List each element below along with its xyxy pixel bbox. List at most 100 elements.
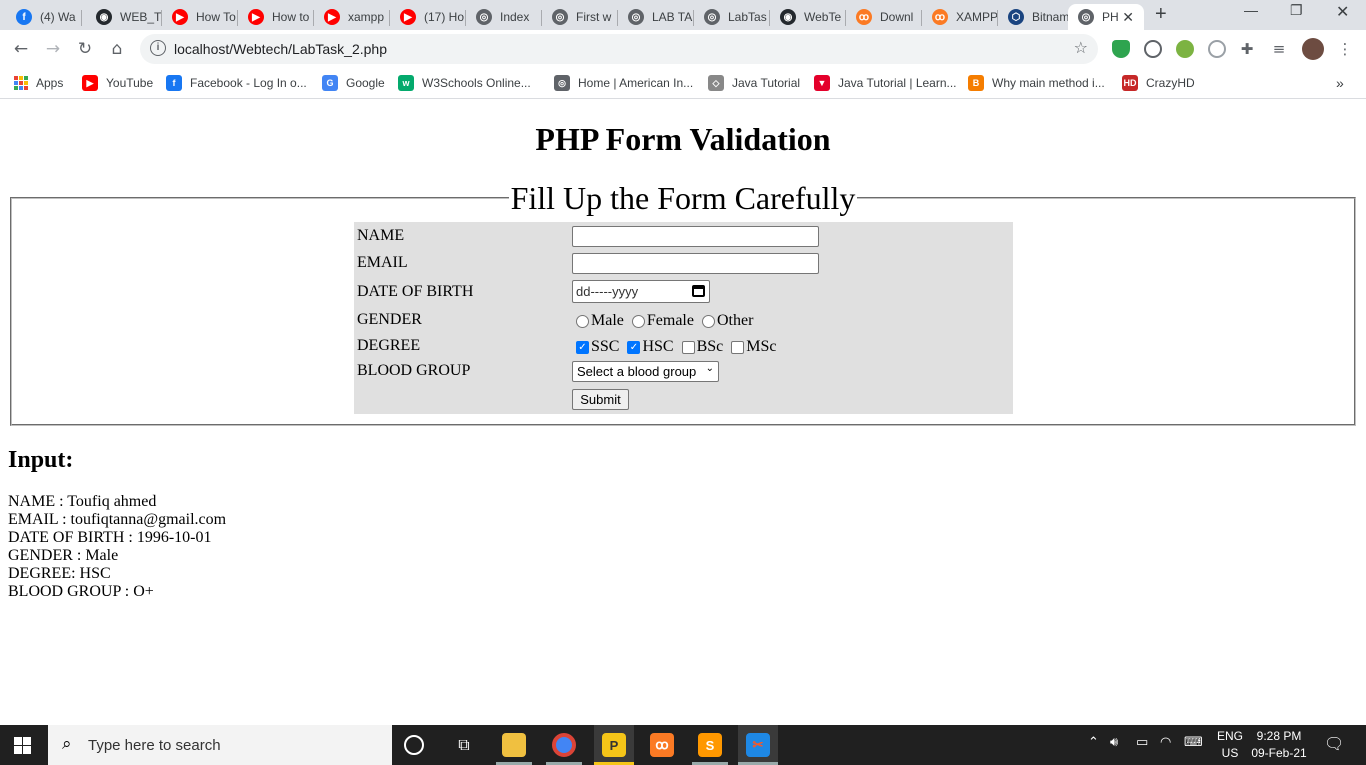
- browser-tab-title: How to: [272, 10, 310, 24]
- globe-icon: ◎: [554, 75, 570, 91]
- github-icon: ◉: [780, 9, 796, 25]
- apps-grid-dot: [19, 86, 23, 90]
- browser-tab[interactable]: ◉ WEB_T: [86, 4, 162, 30]
- submit-button[interactable]: Submit: [572, 389, 629, 410]
- browser-tab-title: WebTe: [804, 10, 842, 24]
- degree-checkbox-ssc[interactable]: ✓: [576, 340, 589, 354]
- degree-option-label: BSc: [696, 338, 724, 355]
- close-window-button[interactable]: ✕: [1336, 2, 1349, 22]
- degree-label: DEGREE: [357, 337, 421, 354]
- address-url[interactable]: localhost/Webtech/LabTask_2.php: [174, 41, 387, 57]
- xampp-icon: ꝏ: [856, 9, 872, 25]
- notification-icon[interactable]: 🗨︎: [1324, 734, 1344, 753]
- bookmark-item[interactable]: G Google: [322, 73, 385, 93]
- keyboard-icon[interactable]: ⌨: [1184, 735, 1203, 750]
- browser-tab[interactable]: ◎ Index: [466, 4, 542, 30]
- browser-tab[interactable]: ⬡ Bitnam: [998, 4, 1074, 30]
- taskbar: ⌕ Type here to search ⧉ P ꝏ S ✂ ⌃ 🔊︎ ▭ ◠…: [0, 725, 1366, 765]
- bookmark-star-icon[interactable]: ☆: [1074, 38, 1088, 57]
- browser-tab[interactable]: ꝏ XAMPP: [922, 4, 998, 30]
- forward-icon[interactable]: →: [40, 36, 66, 62]
- wifi-icon[interactable]: ◠: [1160, 735, 1171, 750]
- degree-checkbox-hsc[interactable]: ✓: [627, 340, 641, 354]
- browser-tab[interactable]: f (4) Wa: [6, 4, 82, 30]
- gender-radio-other[interactable]: [701, 314, 715, 328]
- bookmark-item[interactable]: HD CrazyHD: [1122, 73, 1195, 93]
- browser-tab[interactable]: ◎ LabTas: [694, 4, 770, 30]
- w3schools-icon: w: [398, 75, 414, 91]
- chevron-up-icon[interactable]: ⌃: [1088, 735, 1099, 750]
- new-tab-button[interactable]: +: [1155, 3, 1167, 26]
- back-icon[interactable]: ←: [8, 36, 34, 62]
- blood-group-select[interactable]: Select a blood group ⌄: [572, 361, 719, 382]
- browser-tab[interactable]: ◎ First w: [542, 4, 618, 30]
- task-view-icon[interactable]: ⧉: [452, 733, 476, 757]
- browser-tab[interactable]: ◉ WebTe: [770, 4, 846, 30]
- gender-radio-male[interactable]: [576, 314, 589, 328]
- battery-icon[interactable]: ▭: [1136, 735, 1148, 750]
- name-label: NAME: [357, 227, 405, 244]
- degree-options: ✓ SSC ✓ HSC BSc MSc: [572, 338, 777, 356]
- cortana-icon[interactable]: [404, 735, 424, 755]
- chrome-icon[interactable]: [552, 733, 576, 757]
- reload-icon[interactable]: ↻: [72, 36, 98, 62]
- windows-start-icon[interactable]: [14, 737, 31, 754]
- bookmark-label: Java Tutorial: [732, 76, 801, 90]
- name-input[interactable]: [572, 226, 819, 247]
- browser-tab[interactable]: ◎ LAB TA: [618, 4, 694, 30]
- bookmark-item[interactable]: w W3Schools Online...: [398, 73, 531, 93]
- youtube-icon: ▶: [82, 75, 98, 91]
- degree-checkbox-msc[interactable]: [731, 340, 745, 354]
- shield-extension-icon[interactable]: [1112, 40, 1130, 58]
- bookmark-item[interactable]: ◎ Home | American In...: [554, 73, 693, 93]
- output-heading: Input:: [8, 447, 74, 473]
- browser-tab-title: Bitnam: [1032, 10, 1070, 24]
- snipping-tool-icon[interactable]: ✂: [746, 733, 770, 757]
- close-tab-icon[interactable]: ✕: [1122, 9, 1134, 26]
- puzzle-extensions-icon[interactable]: ✚: [1234, 36, 1260, 62]
- home-icon[interactable]: ⌂: [104, 36, 130, 62]
- browser-tab[interactable]: ◎ PH ✕: [1068, 4, 1144, 30]
- browser-tab[interactable]: ▶ How to: [238, 4, 314, 30]
- output-line-name: NAME : Toufiq ahmed: [8, 493, 157, 510]
- bookmarks-bar: Apps ▶ YouTube f Facebook - Log In o... G Goog…: [0, 68, 1366, 99]
- browser-tab[interactable]: ꝏ Downl: [846, 4, 922, 30]
- bookmark-item[interactable]: B Why main method i...: [968, 73, 1105, 93]
- tab-strip: f (4) Wa ◉ WEB_T ▶ How To ▶ How to ▶ xampp ▶ (17) H…: [0, 0, 1366, 30]
- bookmark-label: Facebook - Log In o...: [190, 76, 307, 90]
- sublime-text-icon[interactable]: S: [698, 733, 722, 757]
- calendar-icon[interactable]: [692, 285, 705, 297]
- bookmark-item[interactable]: ◇ Java Tutorial: [708, 73, 800, 93]
- cloud-extension-icon[interactable]: [1208, 40, 1226, 58]
- extension-icon[interactable]: [1176, 40, 1194, 58]
- bookmark-item[interactable]: ▼ Java Tutorial | Learn...: [814, 73, 957, 93]
- bookmark-item[interactable]: Apps: [14, 73, 63, 93]
- more-bookmarks-icon[interactable]: »: [1336, 73, 1344, 93]
- profile-avatar[interactable]: [1302, 38, 1324, 60]
- gender-radio-female[interactable]: [631, 314, 645, 328]
- browser-tab[interactable]: ▶ (17) Ho: [390, 4, 466, 30]
- address-bar[interactable]: i localhost/Webtech/LabTask_2.php ☆: [140, 34, 1098, 64]
- bookmark-item[interactable]: ▶ YouTube: [82, 73, 153, 93]
- browser-tab[interactable]: ▶ xampp: [314, 4, 390, 30]
- menu-kebab-icon[interactable]: ⋮: [1332, 36, 1358, 62]
- taskbar-search-box[interactable]: ⌕ Type here to search: [48, 725, 392, 765]
- volume-icon[interactable]: 🔊︎: [1110, 735, 1118, 750]
- file-explorer-icon[interactable]: [502, 733, 526, 757]
- xampp-icon[interactable]: ꝏ: [650, 733, 674, 757]
- media-control-icon[interactable]: ≡: [1266, 36, 1292, 62]
- blogger-icon: B: [968, 75, 984, 91]
- browser-tab[interactable]: ▶ How To: [162, 4, 238, 30]
- site-info-icon[interactable]: i: [150, 40, 166, 56]
- php-editor-icon[interactable]: P: [602, 733, 626, 757]
- dob-input[interactable]: dd-----yyyy: [572, 280, 710, 303]
- minimize-button[interactable]: —: [1244, 2, 1258, 18]
- block-extension-icon[interactable]: [1144, 40, 1162, 58]
- email-input[interactable]: [572, 253, 819, 274]
- bitnami-icon: ⬡: [1008, 9, 1024, 25]
- restore-button[interactable]: ❐: [1290, 2, 1303, 19]
- input-language[interactable]: ENG US: [1212, 728, 1248, 762]
- bookmark-item[interactable]: f Facebook - Log In o...: [166, 73, 307, 93]
- system-clock[interactable]: 9:28 PM 09-Feb-21: [1248, 728, 1310, 762]
- degree-checkbox-bsc[interactable]: [681, 340, 695, 354]
